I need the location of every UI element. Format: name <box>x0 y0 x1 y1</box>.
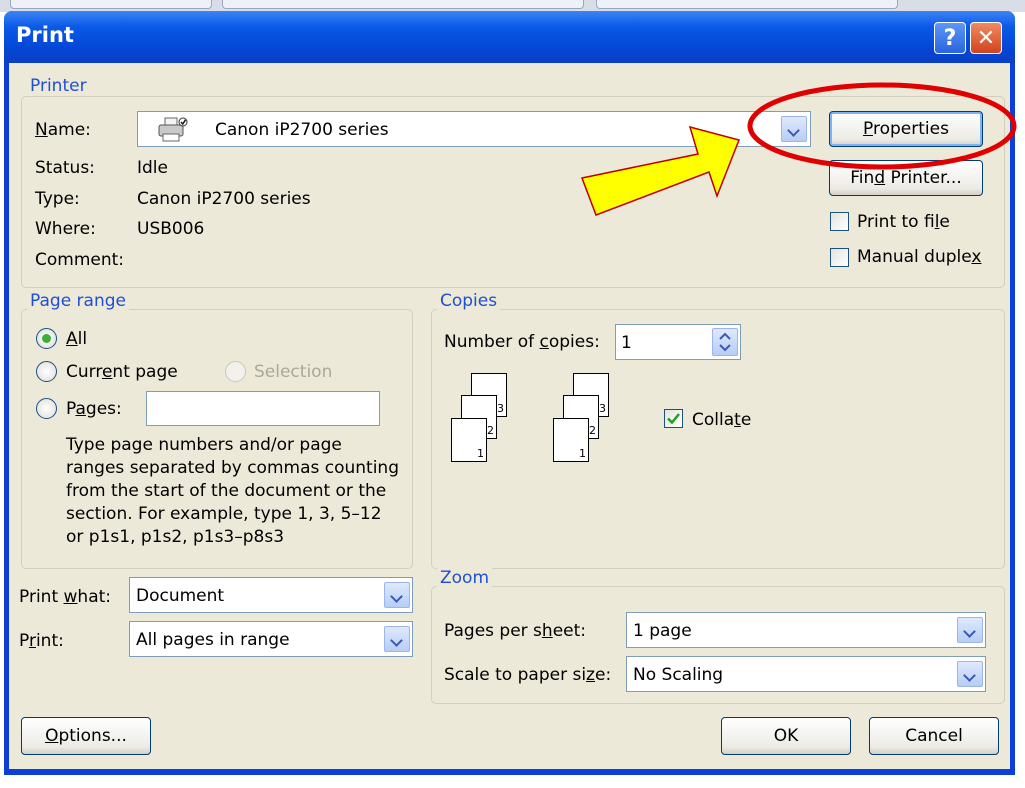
annotation-overlay <box>580 82 1017 216</box>
red-circle-annotation <box>747 82 1017 170</box>
yellow-arrow-annotation <box>580 125 741 216</box>
